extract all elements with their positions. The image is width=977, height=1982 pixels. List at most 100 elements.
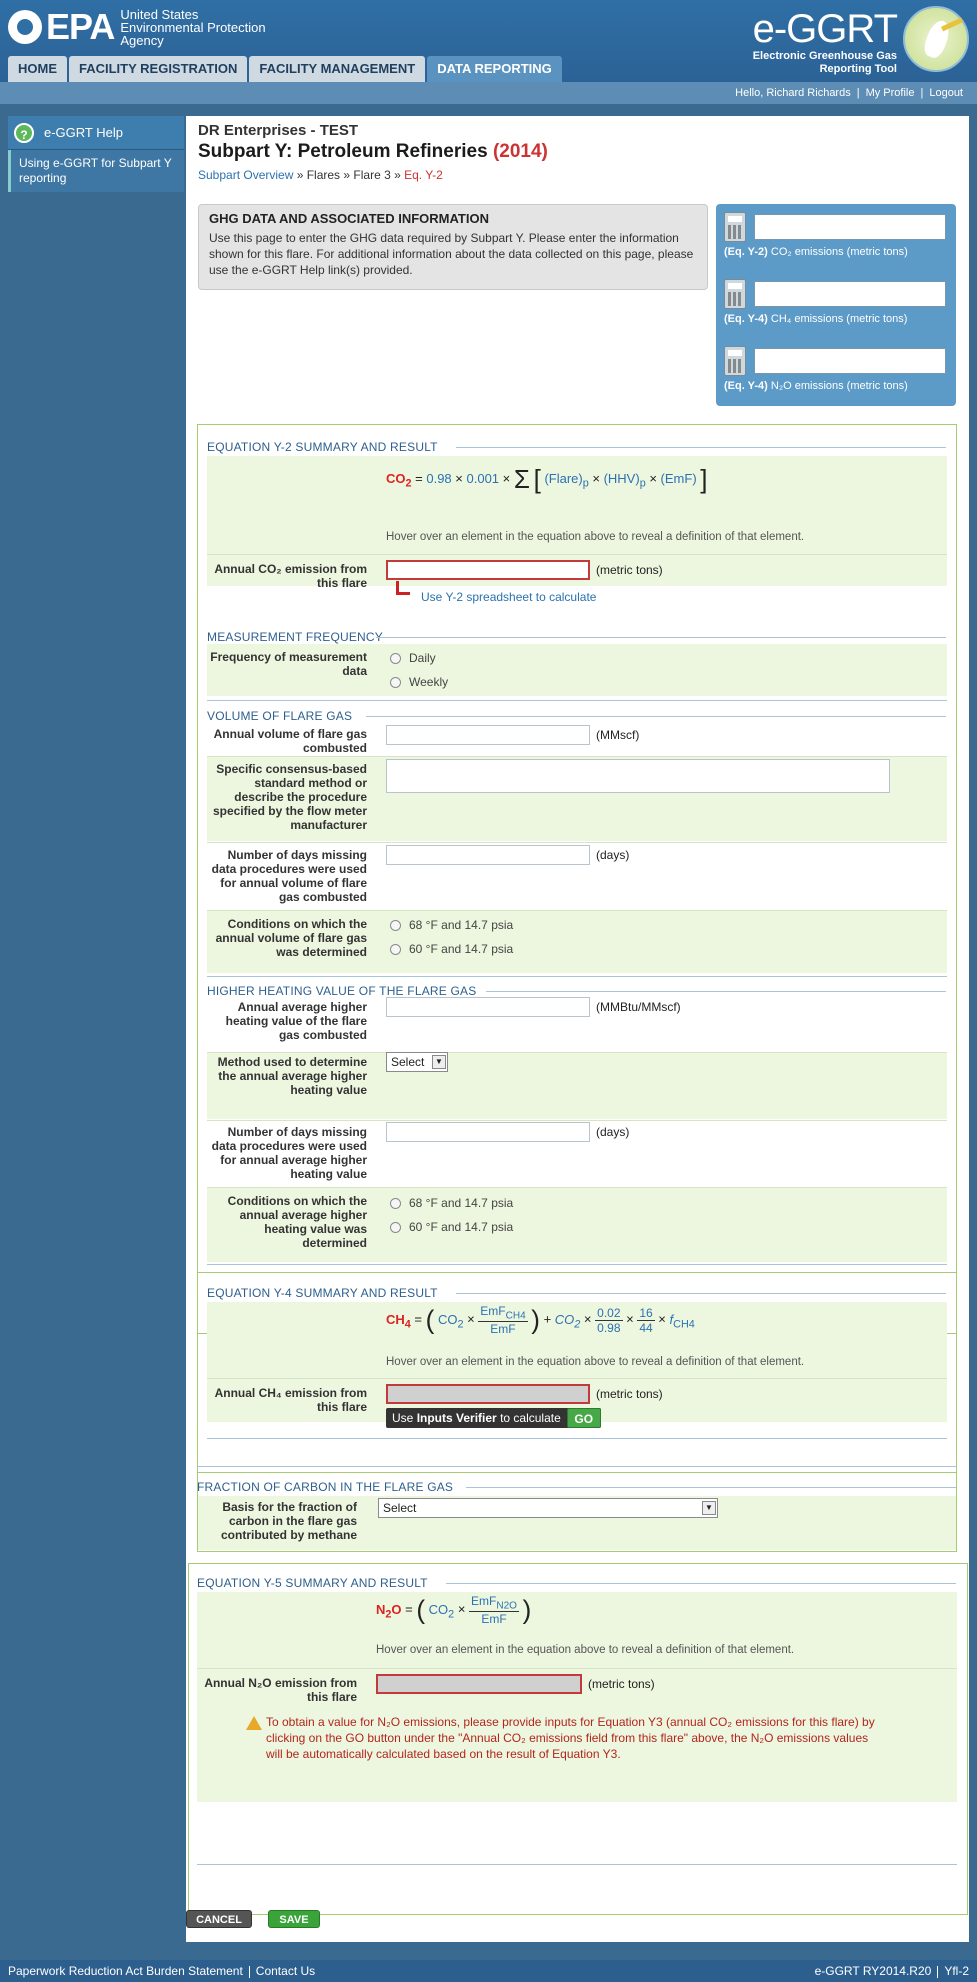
emissions-summary-panel: (Eq. Y-2) CO₂ emissions (metric tons) (E… [716,204,956,406]
help-link-subpart-y[interactable]: Using e-GGRT for Subpart Y reporting [8,150,184,192]
help-title: e-GGRT Help [44,125,123,140]
main-content: DR Enterprises - TEST Subpart Y: Petrole… [186,116,969,1942]
co2-summary-field [754,214,946,240]
annual-ch4-input [386,1384,590,1404]
ghg-info-box: GHG DATA AND ASSOCIATED INFORMATION Use … [198,204,708,290]
volume-heading: VOLUME OF FLARE GAS [207,709,353,723]
eq-y5-heading: EQUATION Y-5 SUMMARY AND RESULT [197,1576,428,1590]
method-textarea[interactable] [386,759,890,793]
calculator-icon[interactable] [724,279,746,309]
help-header: ? e-GGRT Help [8,116,184,150]
eq-y4-heading: EQUATION Y-4 SUMMARY AND RESULT [207,1286,438,1300]
my-profile-link[interactable]: My Profile [866,87,915,99]
main-nav: HOME FACILITY REGISTRATION FACILITY MANA… [8,56,564,82]
measurement-heading: MEASUREMENT FREQUENCY [207,630,383,644]
eq-y2-heading: EQUATION Y-2 SUMMARY AND RESULT [207,440,438,454]
red-arrow-icon [396,581,410,595]
eq-y4-hint: Hover over an element in the equation ab… [386,1356,805,1368]
tab-facility-registration[interactable]: FACILITY REGISTRATION [69,56,248,82]
hhv-days-input[interactable] [386,1122,590,1142]
epa-logo[interactable]: EPA United States Environmental Protecti… [8,6,266,48]
page-title: Subpart Y: Petroleum Refineries (2014) [198,141,548,162]
chevron-down-icon: ▼ [432,1055,446,1069]
annual-co2-label: Annual CO₂ emission from this flare [214,562,367,590]
n2o-warning: To obtain a value for N₂O emissions, ple… [266,1715,875,1761]
annual-n2o-input [376,1674,582,1694]
page-id: Yfl-2 [944,1964,969,1978]
radio-icon [390,676,401,688]
user-bar: Hello, Richard Richards | My Profile | Logou… [0,82,977,104]
radio-icon [390,652,401,664]
tab-home[interactable]: HOME [8,56,67,82]
n2o-unit: (metric tons) [588,1677,655,1691]
radio-volume-68f[interactable]: 68 °F and 14.7 psia [390,918,513,932]
prra-link[interactable]: Paperwork Reduction Act Burden Statement [8,1964,243,1978]
hhv-method-select[interactable]: Select ▼ [386,1052,448,1072]
calculator-icon[interactable] [724,346,746,376]
radio-volume-60f[interactable]: 60 °F and 14.7 psia [390,942,513,956]
radio-daily[interactable]: Daily [390,651,436,665]
breadcrumb: Subpart Overview » Flares » Flare 3 » Eq… [198,168,443,182]
calculator-icon[interactable] [724,212,746,242]
radio-weekly[interactable]: Weekly [390,675,448,689]
hhv-annual-input[interactable] [386,997,590,1017]
contact-link[interactable]: Contact Us [256,1964,315,1978]
epa-flower-icon [8,10,42,44]
warning-icon [246,1716,262,1730]
n2o-summary-field [754,348,946,374]
footer: Paperwork Reduction Act Burden Statement… [0,1960,977,1982]
save-button[interactable]: SAVE [268,1910,320,1928]
go-button[interactable]: GO [566,1408,601,1428]
volume-conditions-label: Conditions on which the annual volume of… [215,917,367,959]
annual-volume-input[interactable] [386,725,590,745]
agency-name: United States Environmental Protection A… [120,6,266,48]
annual-volume-label: Annual volume of flare gas combusted [213,727,367,755]
volume-days-label: Number of days missing data procedures w… [211,848,367,904]
user-greeting: Hello, Richard Richards [735,87,851,99]
epa-wordmark: EPA [46,6,115,47]
hhv-days-label: Number of days missing data procedures w… [211,1125,367,1181]
y2-spreadsheet-link[interactable]: Use Y-2 spreadsheet to calculate [421,590,596,604]
sidebar: ? e-GGRT Help Using e-GGRT for Subpart Y… [8,116,184,192]
radio-hhv-68f[interactable]: 68 °F and 14.7 psia [390,1196,513,1210]
fraction-select[interactable]: Select ▼ [378,1498,718,1518]
ghg-info-heading: GHG DATA AND ASSOCIATED INFORMATION [209,211,489,226]
eggrt-bird-logo-icon [903,6,969,72]
equation-y5[interactable]: N2O = ( CO2 × EmFN2O EmF ) [376,1594,531,1626]
ghg-info-text: Use this page to enter the GHG data requ… [209,231,694,277]
site-header: EPA United States Environmental Protecti… [0,0,977,82]
hhv-unit: (MMBtu/MMscf) [596,1000,681,1014]
cancel-button[interactable]: CANCEL [186,1910,252,1928]
facility-name: DR Enterprises - TEST [198,122,359,139]
breadcrumb-overview[interactable]: Subpart Overview [198,168,293,182]
breadcrumb-flare: Flare 3 [353,168,391,182]
volume-days-unit: (days) [596,848,630,862]
hhv-conditions-label: Conditions on which the annual average h… [227,1194,367,1250]
frequency-label: Frequency of measurement data [210,650,367,678]
radio-icon [390,1197,401,1209]
logout-link[interactable]: Logout [929,87,963,99]
co2-unit: (metric tons) [596,563,663,577]
annual-n2o-label: Annual N₂O emission from this flare [204,1676,357,1704]
tab-data-reporting[interactable]: DATA REPORTING [427,56,562,82]
eggrt-brand: e-GGRT Electronic Greenhouse Gas Reporti… [752,7,898,75]
annual-ch4-label: Annual CH₄ emission from this flare [214,1386,367,1414]
hhv-method-label: Method used to determine the annual aver… [217,1055,367,1097]
hhv-heading: HIGHER HEATING VALUE OF THE FLARE GAS [207,984,477,998]
radio-icon [390,919,401,931]
method-label: Specific consensus-based standard method… [212,762,367,832]
radio-icon [390,943,401,955]
tab-facility-management[interactable]: FACILITY MANAGEMENT [249,56,426,82]
equation-y2[interactable]: CO2 = 0.98 × 0.001 × Σ [ (Flare)p × (HHV… [386,464,708,495]
version-label: e-GGRT RY2014.R20 [814,1964,932,1978]
radio-hhv-60f[interactable]: 60 °F and 14.7 psia [390,1220,513,1234]
breadcrumb-flares: Flares [306,168,341,182]
volume-unit: (MMscf) [596,728,640,742]
equation-y4[interactable]: CH4 = ( CO2 × EmFCH4 EmF ) + CO2 × 0.02 0.… [386,1304,695,1336]
volume-days-input[interactable] [386,845,590,865]
radio-icon [390,1221,401,1233]
ch4-summary-field [754,281,946,307]
annual-co2-input[interactable] [386,560,590,580]
ch4-unit: (metric tons) [596,1387,663,1401]
chevron-down-icon: ▼ [702,1501,716,1515]
